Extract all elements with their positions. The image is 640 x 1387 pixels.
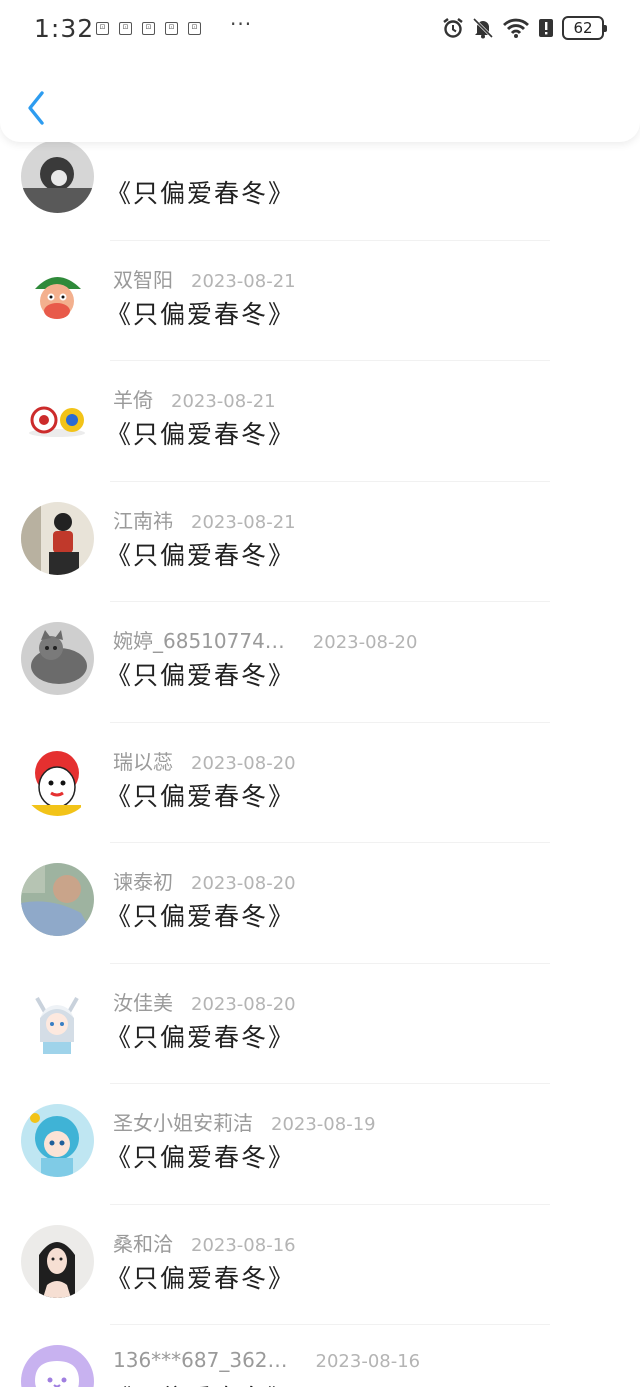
list-item[interactable]: 瑞以蕊 2023-08-20 《只偏爱春冬》 [0,723,640,843]
app-notification-icon: ⊡ [96,22,109,35]
comment-list: 《只偏爱春冬》 双智阳 2023-08-21 《只偏爱春冬》 羊倚 2023-08-… [0,120,640,1387]
list-item[interactable]: 羊倚 2023-08-21 《只偏爱春冬》 [0,361,640,482]
comment-text: 《只偏爱春冬》 [106,540,296,570]
list-item[interactable]: 136***687_362… 2023-08-16 《只偏爱春冬》 [0,1325,640,1387]
commenter-name[interactable]: 婉婷_68510774… [113,625,285,654]
comment-text: 《只偏爱春冬》 [106,179,296,208]
comment-date: 2023-08-16 [191,1234,296,1256]
comment-text: 《只偏爱春冬》 [106,420,296,449]
comment-date: 2023-08-20 [312,632,418,653]
app-notification-icon: ⊡ [119,22,132,35]
commenter-name[interactable]: 圣女小姐安莉洁 [113,1107,253,1136]
commenter-name[interactable]: 羊倚 [113,384,153,413]
comment-text: 《只偏爱春冬》 [106,1263,296,1293]
commenter-name[interactable]: 桑和洽 [113,1228,173,1257]
list-item[interactable]: 圣女小姐安莉洁 2023-08-19 《只偏爱春冬》 [0,1084,640,1205]
list-item[interactable]: 谏泰初 2023-08-20 《只偏爱春冬》 [0,843,640,964]
avatar[interactable] [21,1345,94,1387]
more-notifications-icon: ··· [230,12,253,36]
comment-text: 《只偏爱春冬》 [106,661,296,690]
commenter-name[interactable]: 江南祎 [113,505,173,534]
list-item[interactable]: 江南祎 2023-08-21 《只偏爱春冬》 [0,482,640,602]
comment-date: 2023-08-21 [191,511,296,533]
commenter-name[interactable]: 瑞以蕊 [113,746,173,775]
mute-bell-icon [472,17,494,39]
comment-text: 《只偏爱春冬》 [106,1143,296,1172]
comment-text: 《只偏爱春冬》 [106,1022,296,1052]
status-bar: 1:32 ⊡ ⊡ ⊡ ⊡ ⊡ ··· 62 [0,0,640,60]
wifi-icon [502,17,530,39]
list-item[interactable]: 汝佳美 2023-08-20 《只偏爱春冬》 [0,964,640,1084]
avatar[interactable] [21,622,94,695]
commenter-name[interactable]: 汝佳美 [113,987,173,1016]
comment-text: 《只偏爱春冬》 [106,299,296,329]
avatar[interactable] [21,1224,94,1298]
commenter-name[interactable]: 双智阳 [113,264,173,293]
comment-text: 《只偏爱春冬》 [106,1379,295,1387]
app-notification-icon: ⊡ [165,22,178,35]
comment-date: 2023-08-20 [191,752,296,774]
list-item[interactable]: 婉婷_68510774… 2023-08-20 《只偏爱春冬》 [0,602,640,723]
comment-date: 2023-08-19 [271,1114,376,1135]
avatar[interactable] [21,260,94,334]
battery-indicator: 62 [562,16,607,40]
commenter-name[interactable]: 136***687_362… [113,1348,288,1372]
comment-date: 2023-08-21 [191,270,296,292]
list-item[interactable]: 桑和洽 2023-08-16 《只偏爱春冬》 [0,1205,640,1325]
avatar[interactable] [21,140,94,213]
avatar[interactable] [21,501,94,575]
chevron-left-icon[interactable] [22,88,52,128]
alarm-icon [442,17,464,39]
avatar[interactable] [21,1104,94,1177]
comment-date: 2023-08-21 [171,391,276,412]
comment-date: 2023-08-16 [315,1351,421,1372]
comment-text: 《只偏爱春冬》 [106,902,296,931]
commenter-name[interactable]: 谏泰初 [113,866,173,895]
status-time: 1:32 [34,14,95,43]
comment-date: 2023-08-20 [191,993,296,1015]
list-item[interactable]: 双智阳 2023-08-21 《只偏爱春冬》 [0,241,640,361]
comment-date: 2023-08-20 [191,873,296,894]
avatar[interactable] [21,742,94,816]
app-notification-icon: ⊡ [142,22,155,35]
alert-icon [538,17,554,39]
avatar[interactable] [21,983,94,1057]
avatar[interactable] [21,381,94,454]
notification-icons: ⊡ ⊡ ⊡ ⊡ ⊡ [96,22,201,35]
comment-text: 《只偏爱春冬》 [106,781,296,811]
app-notification-icon: ⊡ [188,22,201,35]
avatar[interactable] [21,863,94,936]
